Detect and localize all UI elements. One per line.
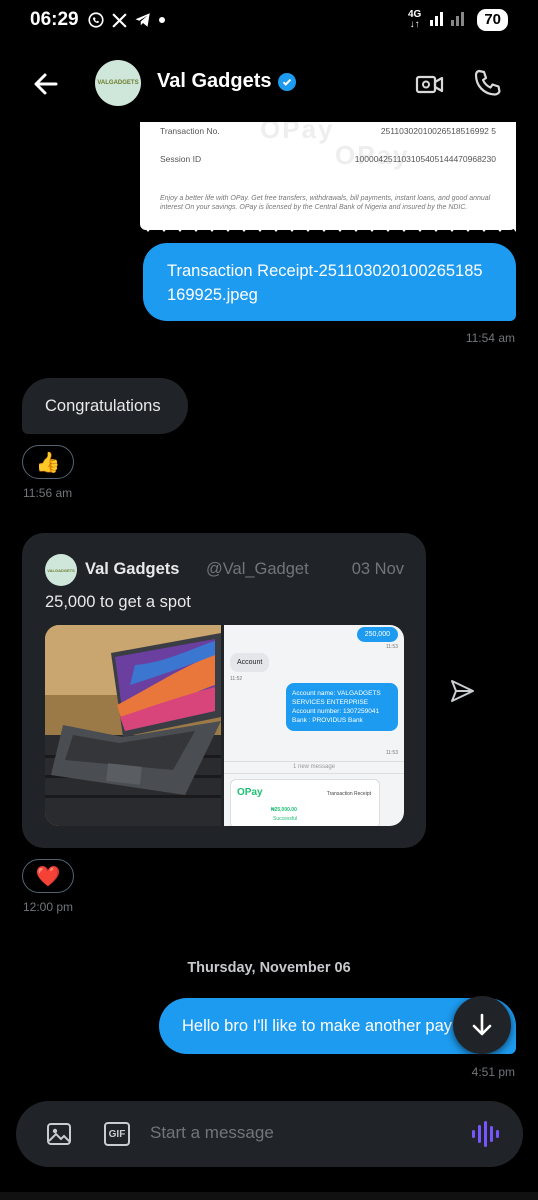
receipt-row-transaction: Transaction No. 25110302010026518516992 … [160, 126, 496, 136]
screenshot-time: 11:53 [385, 750, 398, 756]
voice-message-icon[interactable] [470, 1120, 500, 1148]
receipt-row-value: 100004251103105405144470968230 [354, 154, 496, 164]
screenshot-time: 11:52 [230, 676, 243, 682]
chat-title-text: Val Gadgets [157, 70, 272, 92]
receipt-row-label: Transaction No. [160, 126, 220, 136]
avatar[interactable]: VALGADGETS [95, 60, 141, 106]
screenshot-new-message: 1 new message [224, 761, 404, 774]
message-composer: GIF Start a message [16, 1101, 523, 1167]
status-time: 06:29 [30, 9, 79, 30]
post-author-name: Val Gadgets [85, 560, 180, 578]
receipt-row-label: Session ID [160, 154, 202, 164]
day-separator: Thursday, November 06 [187, 960, 351, 976]
post-author-handle: @Val_Gadget [206, 560, 309, 578]
shared-post-card[interactable]: VALGADGETS Val Gadgets @Val_Gadget 03 No… [22, 533, 426, 848]
reaction-thumbs-up[interactable]: 👍 [22, 445, 74, 479]
screenshot-time: 11:53 [385, 644, 398, 650]
post-avatar: VALGADGETS [45, 554, 77, 586]
post-text: 25,000 to get a spot [45, 593, 191, 611]
receipt-torn-edge [140, 222, 516, 232]
verified-badge-icon [277, 72, 296, 91]
post-avatar-text: VALGADGETS [47, 567, 75, 573]
post-date: 03 Nov [351, 560, 404, 578]
image-icon[interactable] [46, 1121, 72, 1147]
chat-title[interactable]: Val Gadgets [157, 70, 296, 93]
laptop-photo[interactable] [45, 625, 221, 826]
message-input[interactable]: Start a message [150, 1123, 274, 1143]
signal-icon [429, 9, 469, 32]
whatsapp-icon [87, 11, 105, 29]
back-arrow-icon[interactable] [30, 68, 62, 100]
network-indicator: 4G ↓↑ [407, 9, 422, 30]
message-timestamp: 12:00 pm [23, 900, 74, 914]
telegram-icon [134, 11, 152, 29]
screenshot-account-info-text: Account name: VALGADGETS SERVICES ENTERP… [292, 690, 381, 724]
screenshot-amount: 250,000 [364, 631, 390, 638]
thumbs-up-icon: 👍 [35, 451, 61, 474]
incoming-message[interactable]: Congratulations [22, 378, 188, 434]
system-nav-bar [0, 1192, 538, 1200]
screenshot-amount-bubble: 250,000 [356, 627, 398, 642]
message-timestamp: 11:54 am [465, 331, 515, 345]
screenshot-account-label: Account [237, 659, 263, 666]
receipt-image[interactable]: OPay OPay Transaction No. 25110302010026… [140, 122, 516, 230]
share-icon[interactable] [449, 678, 475, 704]
dot-icon [158, 16, 166, 24]
chat-header: VALGADGETS Val Gadgets [0, 50, 538, 116]
attachment-filename: Transaction Receipt-25110302010026518516… [167, 262, 483, 304]
receipt-footer: Enjoy a better life with OPay. Get free … [160, 195, 491, 211]
heart-icon: ❤️ [35, 865, 61, 888]
message-text: Hello bro I'll like to make another pay [182, 1017, 453, 1035]
phone-call-icon[interactable] [472, 68, 502, 98]
message-text: Congratulations [45, 397, 161, 415]
status-right: 4G ↓↑ 70 [408, 9, 508, 32]
screenshot-new-message-text: 1 new message [292, 764, 336, 770]
scroll-to-bottom-button[interactable] [453, 996, 511, 1054]
chat-screenshot[interactable]: 250,000 11:53 Account 11:52 Account name… [224, 625, 404, 826]
status-bar: 06:29 4G ↓↑ 70 [0, 0, 538, 40]
avatar-text: VALGADGETS [97, 80, 139, 86]
attachment-message[interactable]: Transaction Receipt-25110302010026518516… [143, 243, 516, 321]
opay-receipt-amount: ₦25,000.00 [271, 807, 297, 813]
arrow-down-icon [472, 1013, 492, 1036]
screenshot-opay-receipt: OPay Transaction Receipt ₦25,000.00 Succ… [230, 779, 380, 826]
message-timestamp: 4:51 pm [471, 1065, 515, 1079]
video-call-icon[interactable] [415, 69, 445, 99]
gif-button[interactable]: GIF [104, 1122, 130, 1146]
receipt-row-session: Session ID 10000425110310540514447096823… [160, 154, 496, 164]
opay-receipt-label: Transaction Receipt [326, 791, 371, 797]
post-media[interactable]: 250,000 11:53 Account 11:52 Account name… [45, 625, 404, 826]
receipt-row-value: 25110302010026518516992 5 [380, 126, 496, 136]
reaction-heart[interactable]: ❤️ [22, 859, 74, 893]
laptop-illustration [45, 625, 221, 826]
screenshot-account-info: Account name: VALGADGETS SERVICES ENTERP… [286, 683, 398, 731]
screenshot-account-bubble: Account [230, 653, 270, 672]
message-timestamp: 11:56 am [23, 486, 73, 500]
opay-brand: OPay [237, 787, 263, 798]
x-icon [111, 12, 128, 29]
battery-indicator: 70 [477, 9, 508, 31]
opay-receipt-status: Successful [273, 816, 298, 822]
chat-screen: 06:29 4G ↓↑ 70 VALGADGETS Val Gadgets OP… [0, 0, 538, 1200]
